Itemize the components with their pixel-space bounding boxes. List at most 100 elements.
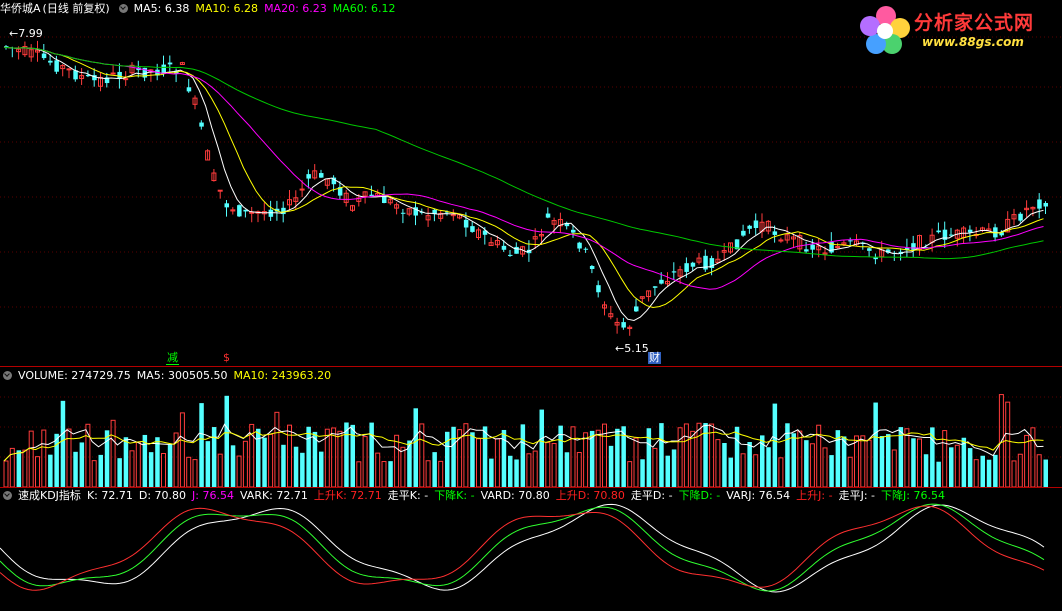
volume-bar — [425, 460, 431, 487]
volume-bar — [79, 442, 85, 487]
volume-bar — [16, 450, 22, 487]
volume-bar — [993, 454, 998, 487]
volume-bar — [28, 430, 34, 487]
stock-name[interactable]: 华侨城A — [0, 2, 41, 15]
volume-bar — [728, 457, 733, 487]
period-label[interactable]: (日线 前复权) — [43, 2, 110, 15]
volume-bar — [413, 408, 418, 487]
volume-bar — [110, 419, 116, 487]
volume-bar — [866, 439, 872, 487]
volume-bar — [829, 455, 834, 487]
settings-circle-icon[interactable] — [3, 371, 12, 380]
volume-bar — [822, 447, 828, 487]
volume-bar — [35, 456, 40, 487]
candle-body — [747, 225, 752, 229]
candle-body — [1018, 213, 1023, 221]
volume-bar — [671, 449, 677, 487]
volume-bar — [778, 457, 784, 487]
volume-bar — [583, 432, 589, 487]
low-price-label: ←5.15 — [615, 342, 649, 355]
candle-body — [967, 229, 973, 233]
volume-bar — [772, 403, 778, 487]
volume-bar — [539, 409, 544, 487]
volume-bar — [589, 430, 595, 487]
candle-body — [577, 242, 582, 249]
volume-bar — [356, 461, 362, 487]
volume-bar — [804, 440, 809, 487]
candle-body — [634, 306, 639, 312]
volume-bar — [470, 432, 475, 487]
settings-circle-icon[interactable] — [118, 4, 128, 13]
volume-bar — [740, 453, 746, 487]
volume-bar — [300, 452, 305, 487]
volume-bar — [520, 424, 526, 487]
ma-legend-3: MA60: 6.12 — [332, 2, 396, 15]
kdj-item-3: VARK: 72.71 — [239, 489, 308, 502]
volume-bar — [60, 400, 66, 487]
volume-bar — [809, 443, 815, 487]
kdj-item-0: K: 72.71 — [86, 489, 133, 502]
volume-bar — [873, 402, 878, 487]
volume-bar — [319, 451, 324, 487]
volume-pane[interactable]: VOLUME: 274729.75 MA5: 300505.50 MA10: 243… — [0, 367, 1062, 487]
ma60-line — [3, 46, 1044, 260]
logo-url: www.88gs.com — [922, 35, 1024, 49]
kdj-pane[interactable]: 速成KDJ指标 K: 72.71 D: 70.80 J: 76.54 VARK: 72.… — [0, 488, 1062, 611]
volume-bar — [394, 434, 400, 487]
volume-bar — [350, 424, 355, 487]
price-pane[interactable]: 华侨城A (日线 前复权) MA5: 6.38 MA10: 6.28 MA20: 6.2… — [0, 0, 1062, 366]
settings-circle-icon[interactable] — [3, 491, 12, 500]
volume-bar — [281, 444, 286, 487]
volume-bar — [66, 428, 72, 487]
flower-logo-icon — [860, 6, 910, 54]
candle-body — [621, 322, 626, 328]
candle-body — [306, 174, 311, 179]
volume-bar — [362, 436, 368, 487]
volume-bar — [268, 433, 274, 487]
candle-body — [873, 257, 878, 260]
volume-bar — [683, 423, 689, 487]
kdj-item-6: 下降K: - — [434, 489, 475, 502]
kdj-item-14: 下降J: 76.54 — [881, 489, 945, 502]
kdj-item-13: 走平J: - — [838, 489, 875, 502]
candle-body — [186, 87, 192, 92]
volume-bar — [3, 460, 9, 487]
volume-bar — [1024, 434, 1030, 487]
marker-dividend[interactable]: $ — [222, 352, 231, 364]
volume-bar — [73, 451, 78, 487]
candle-body — [463, 219, 469, 228]
volume-bar — [489, 458, 494, 487]
logo-title: 分析家公式网 — [914, 12, 1035, 34]
candle-body — [110, 72, 116, 75]
volume-bar — [375, 452, 381, 487]
candlestick-chart[interactable] — [0, 0, 1062, 366]
candle-body — [804, 249, 809, 252]
volume-ma5: MA5: 300505.50 — [136, 369, 228, 382]
kdj-item-10: 下降D: - — [678, 489, 721, 502]
volume-value: VOLUME: 274729.75 — [18, 369, 131, 382]
marker-reduce[interactable]: 减 — [166, 352, 179, 365]
volume-bar — [388, 461, 393, 487]
volume-bar — [494, 438, 500, 487]
volume-bar — [886, 434, 891, 487]
volume-header: VOLUME: 274729.75 MA5: 300505.50 MA10: 243… — [0, 368, 337, 384]
kdj-chart[interactable] — [0, 488, 1062, 611]
volume-bar — [734, 426, 740, 487]
volume-bar — [904, 428, 910, 487]
volume-bar — [167, 444, 173, 487]
volume-ma10: MA10: 243963.20 — [233, 369, 332, 382]
candle-body — [671, 271, 677, 273]
high-price-label: ←7.99 — [9, 27, 43, 40]
volume-bar — [22, 449, 28, 487]
marker-finance[interactable]: 财 — [648, 352, 661, 364]
candle-body — [583, 248, 589, 250]
candle-body — [835, 246, 841, 249]
volume-bar — [576, 452, 582, 487]
volume-bar — [980, 455, 985, 487]
volume-chart[interactable] — [0, 367, 1062, 487]
volume-bar — [224, 395, 229, 487]
candle-body — [652, 286, 658, 288]
volume-bar — [703, 423, 708, 487]
volume-bar — [1017, 453, 1023, 487]
candle-body — [319, 173, 324, 178]
